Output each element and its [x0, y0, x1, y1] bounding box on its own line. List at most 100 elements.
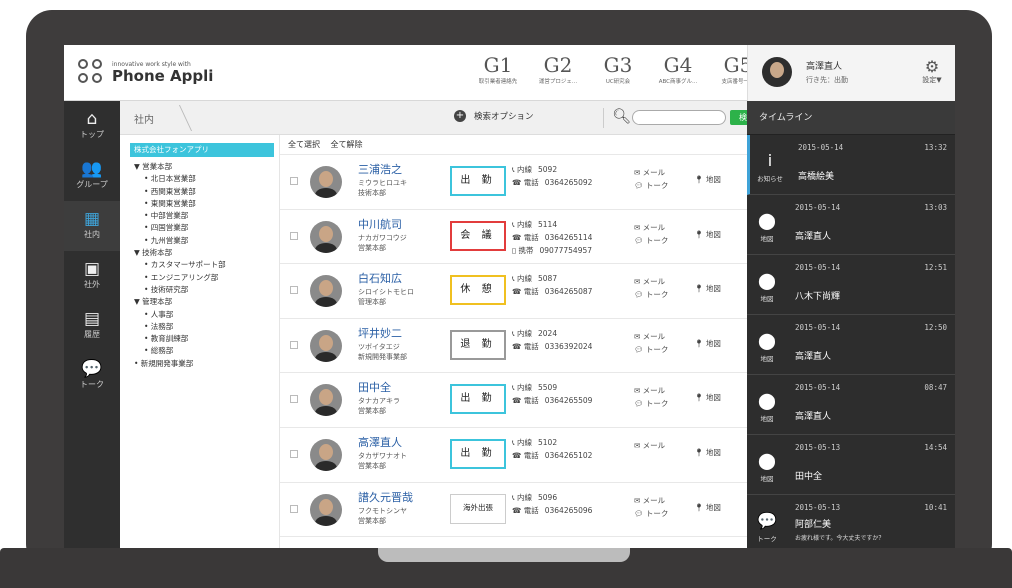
nav-item-internal[interactable]: ▦ 社内 [64, 201, 120, 251]
group-shortcut-2[interactable]: G2 運営プロジェ... [529, 53, 587, 85]
select-all-link[interactable]: 全て選択 [288, 140, 320, 149]
org-node[interactable]: • 東関東営業部 [130, 198, 279, 210]
telephone-line[interactable]: ☎︎ 電話 0336392024 [512, 341, 592, 352]
search-options-button[interactable]: + 検索オプション [454, 110, 534, 122]
talk-button[interactable]: 💬︎ トーク [634, 398, 668, 409]
talk-button[interactable]: 💬︎ トーク [634, 344, 668, 355]
telephone-line[interactable]: ☎︎ 電話 0364265087 [512, 286, 592, 297]
org-node[interactable]: • 教育訓練部 [130, 333, 279, 345]
org-node[interactable]: • 新規開発事業部 [130, 358, 279, 370]
mail-button[interactable]: ✉ メール [634, 331, 665, 342]
org-node[interactable]: • エンジニアリング部 [130, 272, 279, 284]
extension-line[interactable]: 📞︎ 内線 2024 [512, 328, 557, 339]
row-checkbox[interactable] [290, 286, 298, 295]
timeline-item[interactable]: ⬤ 地図 2015-05-14 13:03 高澤直人 [747, 195, 955, 255]
map-button[interactable]: 📍︎ 地図 [694, 174, 721, 185]
org-node[interactable]: ▼ 技術本部 [130, 247, 279, 259]
deselect-all-link[interactable]: 全て解除 [331, 140, 363, 149]
extension-line[interactable]: 📞︎ 内線 5509 [512, 382, 557, 393]
extension-line[interactable]: 📞︎ 内線 5087 [512, 273, 557, 284]
mail-button[interactable]: ✉ メール [634, 385, 665, 396]
org-node[interactable]: ▼ 営業本部 [130, 161, 279, 173]
nav-item-group[interactable]: 👥 グループ [64, 151, 120, 201]
org-node[interactable]: • 人事部 [130, 309, 279, 321]
mail-button[interactable]: ✉ メール [634, 167, 665, 178]
map-button[interactable]: 📍︎ 地図 [694, 229, 721, 240]
person-name[interactable]: 白石知広 [358, 270, 402, 286]
timeline-item[interactable]: i お知らせ 2015-05-14 13:32 高橋絵美 [747, 135, 955, 195]
timeline-title: タイムライン [747, 101, 955, 135]
avatar [310, 438, 342, 471]
talk-button[interactable]: 💬︎ トーク [634, 180, 668, 191]
map-button[interactable]: 📍︎ 地図 [694, 392, 721, 403]
talk-button[interactable]: 💬︎ トーク [634, 235, 668, 246]
org-node[interactable]: • カスタマーサポート部 [130, 259, 279, 271]
telephone-line[interactable]: ☎︎ 電話 0364265092 [512, 177, 592, 188]
row-checkbox[interactable] [290, 449, 298, 458]
org-node[interactable]: • 総務部 [130, 345, 279, 357]
org-node[interactable]: • 北日本営業部 [130, 173, 279, 185]
telephone-line[interactable]: ☎︎ 電話 0364265102 [512, 450, 592, 461]
mail-button[interactable]: ✉ メール [634, 276, 665, 287]
timeline-item[interactable]: 💬 トーク 2015-05-13 10:41 阿部仁美 お疲れ様です。今大丈夫ですか？ [747, 495, 955, 548]
desk-phone-icon: ☎︎ [512, 505, 524, 515]
map-button[interactable]: 📍︎ 地図 [694, 502, 721, 513]
telephone-line[interactable]: ☎︎ 電話 0364265096 [512, 505, 592, 516]
org-node[interactable]: • 九州営業部 [130, 235, 279, 247]
map-button[interactable]: 📍︎ 地図 [694, 283, 721, 294]
mail-button[interactable]: ✉ メール [634, 440, 665, 451]
logo[interactable]: innovative work style with Phone Appli [78, 59, 213, 85]
settings-button[interactable]: ⚙ 設定▼ [914, 59, 950, 85]
nav-item-top[interactable]: ⌂ トップ [64, 101, 120, 151]
timeline-item[interactable]: ⬤ 地図 2015-05-14 08:47 高澤直人 [747, 375, 955, 435]
extension-line[interactable]: 📞︎ 内線 5102 [512, 437, 557, 448]
group-shortcut-3[interactable]: G3 UC研究会 [589, 53, 647, 85]
org-node[interactable]: ▼ 管理本部 [130, 296, 279, 308]
nav-item-talk[interactable]: 💬 トーク [64, 351, 120, 401]
org-node[interactable]: • 技術研究部 [130, 284, 279, 296]
timeline-item[interactable]: ⬤ 地図 2015-05-13 14:54 田中全 [747, 435, 955, 495]
org-node[interactable]: • 四国営業部 [130, 222, 279, 234]
person-name[interactable]: 三浦浩之 [358, 161, 402, 177]
timeline-date: 2015-05-14 [795, 203, 841, 212]
tel-label: 電話 [523, 450, 539, 460]
user-avatar[interactable] [762, 57, 792, 87]
breadcrumb[interactable]: 社内 [134, 111, 154, 126]
telephone-line[interactable]: ☎︎ 電話 0364265114 [512, 232, 592, 243]
timeline-item[interactable]: ⬤ 地図 2015-05-14 12:50 高澤直人 [747, 315, 955, 375]
map-button[interactable]: 📍︎ 地図 [694, 447, 721, 458]
person-name[interactable]: 高澤直人 [358, 434, 402, 450]
mail-button[interactable]: ✉ メール [634, 222, 665, 233]
person-name[interactable]: 坪井妙二 [358, 325, 402, 341]
row-checkbox[interactable] [290, 177, 298, 185]
mobile-line[interactable]: ▯ 携帯 09077754957 [512, 245, 592, 256]
timeline-item[interactable]: ⬤ 地図 2015-05-14 12:51 八木下尚輝 [747, 255, 955, 315]
nav-item-history[interactable]: ▤ 履歴 [64, 301, 120, 351]
row-checkbox[interactable] [290, 395, 298, 404]
map-button[interactable]: 📍︎ 地図 [694, 338, 721, 349]
mail-button[interactable]: ✉ メール [634, 495, 665, 506]
person-name[interactable]: 田中全 [358, 379, 391, 395]
nav-item-external[interactable]: ▣ 社外 [64, 251, 120, 301]
telephone-line[interactable]: ☎︎ 電話 0364265509 [512, 395, 592, 406]
row-checkbox[interactable] [290, 231, 298, 240]
org-node[interactable]: • 法務部 [130, 321, 279, 333]
app-header: innovative work style with Phone Appli G… [64, 45, 955, 101]
search-input[interactable] [632, 110, 726, 125]
talk-button[interactable]: 💬︎ トーク [634, 508, 668, 519]
row-checkbox[interactable] [290, 504, 298, 513]
org-node[interactable]: • 中部営業部 [130, 210, 279, 222]
mail-label: メール [642, 440, 666, 450]
talk-button[interactable]: 💬︎ トーク [634, 289, 668, 300]
group-shortcut-1[interactable]: G1 取引業者連絡先 [469, 53, 527, 85]
person-name[interactable]: 譜久元晋哉 [358, 489, 413, 505]
org-root[interactable]: 株式会社フォンアプリ [130, 143, 274, 157]
extension-line[interactable]: 📞︎ 内線 5114 [512, 219, 557, 230]
extension-line[interactable]: 📞︎ 内線 5096 [512, 492, 557, 503]
extension-line[interactable]: 📞︎ 内線 5092 [512, 164, 557, 175]
person-name[interactable]: 中川航司 [358, 216, 402, 232]
org-node[interactable]: • 西関東営業部 [130, 186, 279, 198]
status-badge: 退 勤 [450, 329, 506, 360]
row-checkbox[interactable] [290, 340, 298, 349]
group-shortcut-4[interactable]: G4 ABC商事グル... [649, 53, 707, 85]
